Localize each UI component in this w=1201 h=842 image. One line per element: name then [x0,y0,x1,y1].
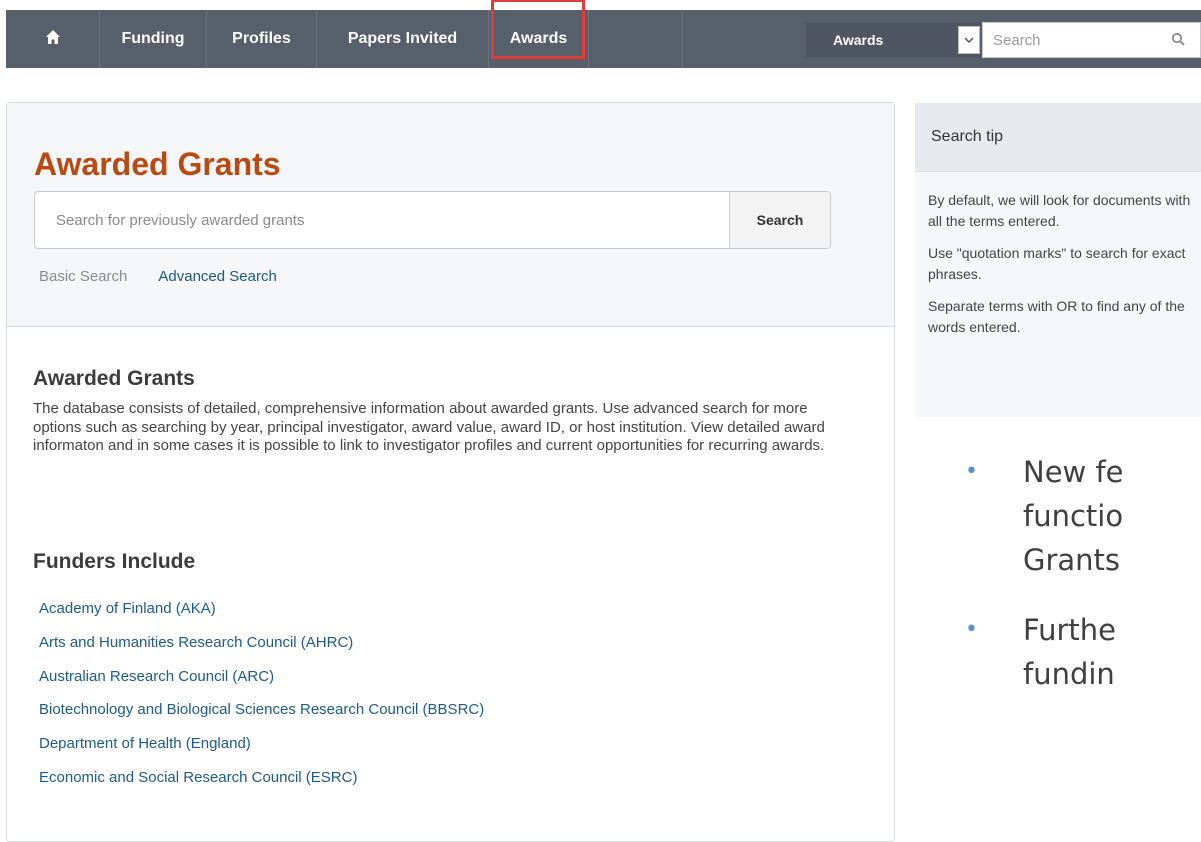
tab-basic-search[interactable]: Basic Search [39,268,127,285]
chevron-down-icon [964,31,974,49]
bullet-line: Grants [1023,543,1121,577]
section-heading: Awarded Grants [33,367,195,390]
search-tip-line: Use "quotation marks" to search for exac… [928,245,1186,282]
bullet-item: • Furthe fundin [965,608,1201,696]
search-tip-body: By default, we will look for documents w… [915,172,1201,338]
funders-heading: Funders Include [33,550,196,573]
search-button[interactable]: Search [729,192,830,248]
search-area: Awarded Grants Search Basic Search Advan… [7,103,894,327]
funder-link[interactable]: Australian Research Council (ARC) [39,668,484,702]
top-navigation: Funding Profiles Papers Invited Awards A… [6,10,1201,68]
funder-list: Academy of Finland (AKA) Arts and Humani… [39,600,484,803]
nav-funding[interactable]: Funding [100,10,207,68]
bullet-line: New fe [1023,455,1124,489]
funder-link[interactable]: Economic and Social Research Council (ES… [39,769,484,803]
funder-link[interactable]: Arts and Humanities Research Council (AH… [39,634,484,668]
nav-home[interactable] [6,10,100,68]
bullet-line: functio [1023,499,1124,533]
section-description: The database consists of detailed, compr… [33,400,825,454]
search-scope-value: Awards [833,32,884,48]
about-section: Awarded Grants The database consists of … [33,367,853,456]
search-tip-title: Search tip [915,103,1201,172]
bullet-dot-icon: • [965,459,978,484]
global-search-placeholder: Search [993,31,1041,49]
main-panel: Awarded Grants Search Basic Search Advan… [6,102,895,842]
scope-dropdown-toggle[interactable] [958,26,980,54]
bullet-line: fundin [1023,657,1115,691]
funder-link[interactable]: Department of Health (England) [39,735,484,769]
nav-awards[interactable]: Awards [489,10,589,68]
search-scope-select[interactable]: Awards [806,23,980,57]
nav-divider [682,10,683,68]
bullet-item: • New fe functio Grants [965,450,1201,582]
slide-bullets: • New fe functio Grants • Furthe fundin [965,450,1201,696]
search-icon[interactable] [1171,32,1186,51]
search-tip-line: By default, we will look for documents w… [928,192,1191,229]
bullet-line: Furthe [1023,613,1116,647]
tab-advanced-search[interactable]: Advanced Search [158,268,276,285]
page-title: Awarded Grants [34,146,281,182]
bullet-dot-icon: • [965,617,978,642]
search-mode-tabs: Basic Search Advanced Search [39,268,277,285]
grants-search-box: Search [34,191,831,249]
home-icon [45,29,61,50]
search-tip-panel: Search tip By default, we will look for … [915,103,1201,417]
global-search-input[interactable]: Search [982,22,1201,58]
nav-profiles[interactable]: Profiles [207,10,317,68]
grants-search-input[interactable] [35,192,729,248]
search-tip-line: Separate terms with OR to find any of th… [928,298,1185,335]
funder-link[interactable]: Academy of Finland (AKA) [39,600,484,634]
nav-papers-invited[interactable]: Papers Invited [317,10,489,68]
funder-link[interactable]: Biotechnology and Biological Sciences Re… [39,701,484,735]
